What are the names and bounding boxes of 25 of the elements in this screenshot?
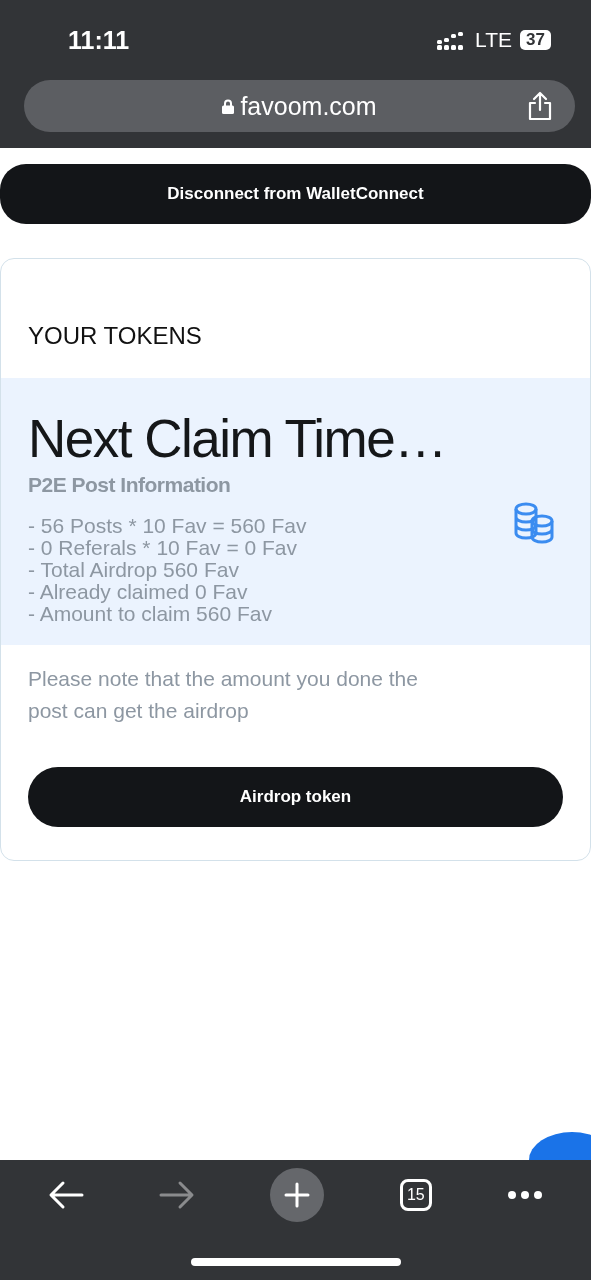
coins-icon bbox=[514, 502, 554, 544]
share-icon[interactable] bbox=[527, 91, 553, 121]
disconnect-button[interactable]: Disconnect from WalletConnect bbox=[0, 164, 591, 224]
info-line: - Total Airdrop 560 Fav bbox=[28, 559, 239, 581]
floating-button[interactable] bbox=[529, 1132, 591, 1160]
clock-time: 11:11 bbox=[68, 25, 130, 55]
url-text: favoom.com bbox=[240, 91, 377, 121]
airdrop-note: Please note that the amount you done the post can get the airdrop bbox=[27, 666, 419, 724]
network-type: LTE bbox=[475, 28, 513, 52]
info-line: - 56 Posts * 10 Fav = 560 Fav bbox=[28, 515, 307, 537]
tabs-button[interactable]: 15 bbox=[399, 1179, 432, 1211]
more-button[interactable] bbox=[507, 1190, 544, 1200]
airdrop-button[interactable]: Airdrop token bbox=[28, 767, 563, 827]
card-title: YOUR TOKENS bbox=[27, 321, 203, 351]
plus-icon bbox=[284, 1182, 311, 1208]
lock-icon bbox=[222, 98, 235, 114]
info-line: - Amount to claim 560 Fav bbox=[28, 603, 272, 625]
back-button[interactable] bbox=[47, 1180, 84, 1210]
info-line: - 0 Referals * 10 Fav = 0 Fav bbox=[28, 537, 298, 559]
address-bar[interactable]: favoom.com bbox=[24, 80, 575, 132]
new-tab-button[interactable] bbox=[270, 1168, 325, 1222]
claim-heading: Next Claim Time… bbox=[28, 408, 447, 469]
battery-level: 37 bbox=[520, 30, 551, 50]
info-subheading: P2E Post Information bbox=[28, 473, 232, 497]
info-line: - Already claimed 0 Fav bbox=[28, 581, 248, 603]
